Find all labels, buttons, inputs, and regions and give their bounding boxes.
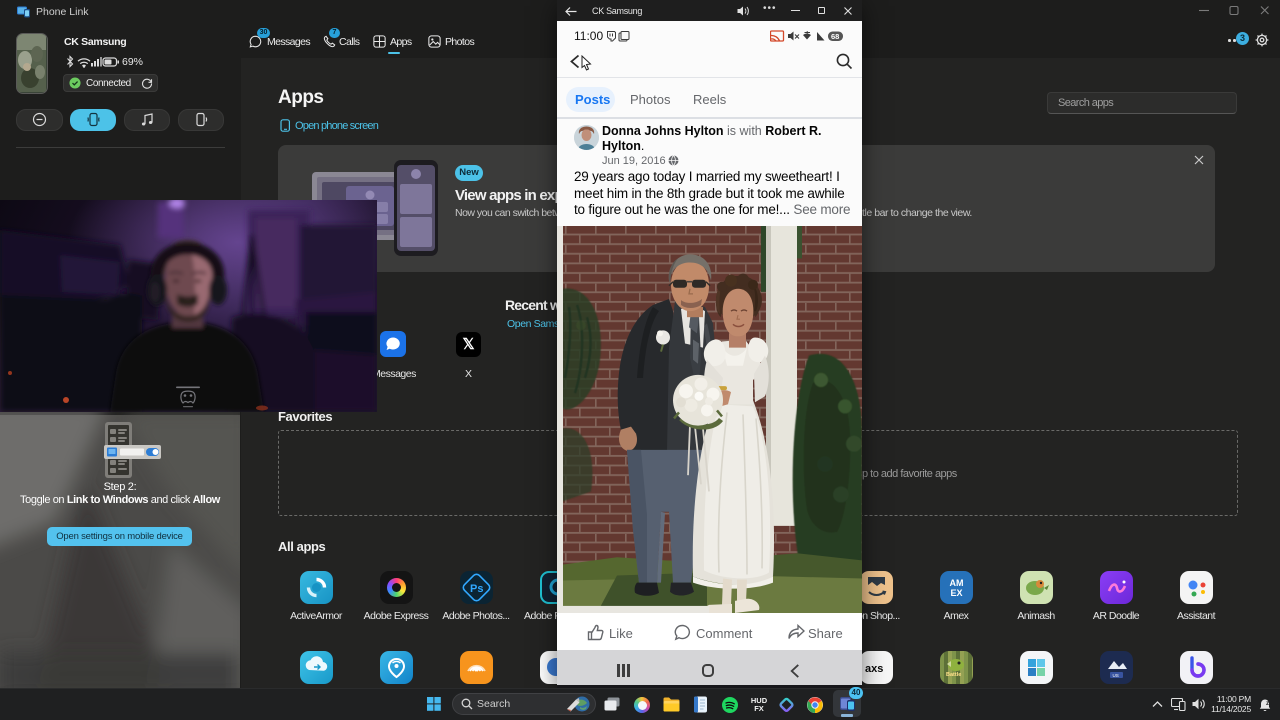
- svg-text:US: US: [1113, 673, 1119, 678]
- svg-text:68: 68: [831, 32, 839, 41]
- svg-text:z: z: [1266, 701, 1269, 707]
- svg-text:Ps: Ps: [470, 583, 483, 595]
- svg-text:axs: axs: [865, 663, 883, 675]
- svg-text:Battle: Battle: [946, 672, 961, 678]
